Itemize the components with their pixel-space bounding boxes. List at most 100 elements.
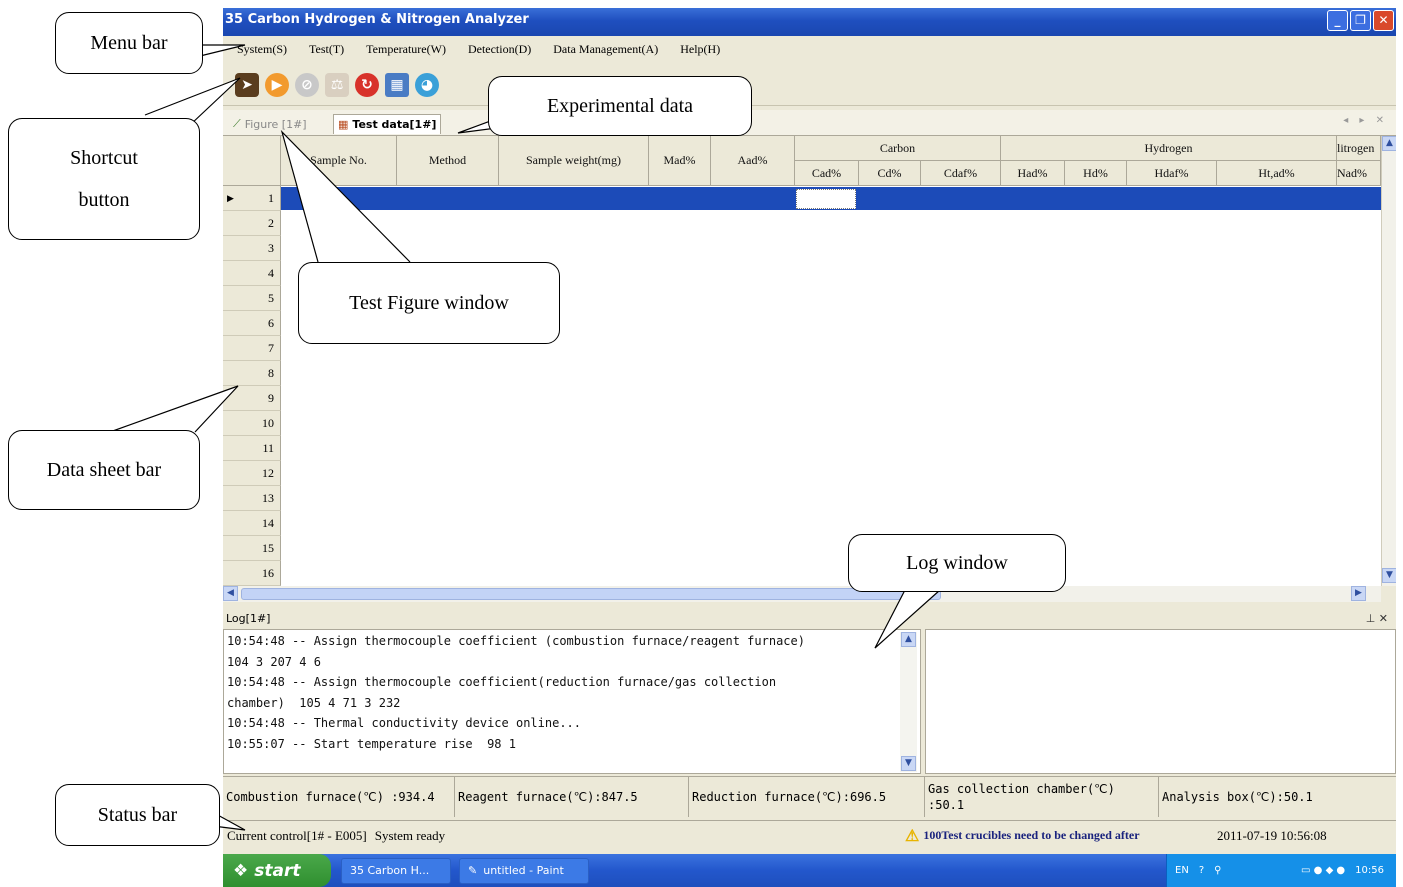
calibrate-icon[interactable]: ⚖ — [325, 72, 349, 97]
log-line: 10:54:48 -- Thermal conductivity device … — [227, 716, 582, 730]
scroll-down-icon[interactable]: ▼ — [1382, 568, 1396, 583]
row-header[interactable]: ▶ 1 — [223, 186, 281, 211]
chart-icon: ⟋ — [233, 117, 241, 130]
log-window[interactable]: 10:54:48 -- Assign thermocouple coeffici… — [223, 629, 921, 774]
col-sample-no[interactable]: Sample No. — [281, 136, 397, 186]
tab-test-data[interactable]: ▦ Test data[1#] — [333, 114, 442, 134]
horizontal-scroll-thumb[interactable] — [241, 588, 941, 600]
callout-menu-bar: Menu bar — [55, 12, 203, 74]
scroll-right-icon[interactable]: ▶ — [1351, 586, 1366, 601]
log-line: 104 3 207 4 6 — [227, 654, 321, 669]
log-line: 10:54:48 -- Assign thermocouple coeffici… — [227, 634, 805, 648]
row-header[interactable]: 13 — [223, 486, 281, 511]
start-button[interactable]: ❖ start — [223, 854, 331, 887]
row-header[interactable]: 6 — [223, 311, 281, 336]
grid-horizontal-scrollbar[interactable]: ◀ ▶ — [223, 586, 1381, 602]
scroll-left-icon[interactable]: ◀ — [223, 586, 238, 601]
row-header[interactable]: 10 — [223, 411, 281, 436]
grid-vertical-scrollbar[interactable]: ▲ ▼ — [1381, 136, 1396, 586]
table-icon: ▦ — [338, 118, 349, 131]
app-window: 35 Carbon Hydrogen & Nitrogen Analyzer _… — [223, 8, 1396, 887]
col-htad[interactable]: Ht,ad% — [1217, 161, 1337, 186]
menu-help[interactable]: Help(H) — [680, 42, 720, 57]
menu-data-management[interactable]: Data Management(A) — [553, 42, 658, 57]
stop-icon[interactable]: ⊘ — [295, 72, 319, 97]
col-hd[interactable]: Hd% — [1065, 161, 1127, 186]
row-header[interactable]: 4 — [223, 261, 281, 286]
log-scrollbar[interactable]: ▲ ▼ — [900, 632, 917, 772]
menu-detection[interactable]: Detection(D) — [468, 42, 531, 57]
status-bar: Current control[1# - E005] System ready … — [223, 820, 1396, 850]
shortcut-toolbar: ➤ ▶ ⊘ ⚖ ↻ ▦ ◕ — [223, 64, 1396, 106]
row-header[interactable]: 15 — [223, 536, 281, 561]
language-indicator[interactable]: EN — [1175, 865, 1189, 876]
col-had[interactable]: Had% — [1001, 161, 1065, 186]
callout-experimental-data: Experimental data — [488, 76, 752, 136]
row-header[interactable]: 8 — [223, 361, 281, 386]
active-cell[interactable] — [796, 189, 856, 209]
database-icon[interactable]: ◕ — [415, 72, 439, 97]
tab-figure[interactable]: ⟋ Figure [1#] — [229, 114, 311, 134]
col-aad[interactable]: Aad% — [711, 136, 795, 186]
row-pointer-icon: ▶ — [227, 193, 234, 203]
menu-temperature[interactable]: Temperature(W) — [366, 42, 446, 57]
tab-nav-icons[interactable]: ◂ ▸ ✕ — [1343, 115, 1388, 126]
col-nad[interactable]: Nad% — [1337, 161, 1381, 186]
scroll-up-icon[interactable]: ▲ — [1382, 136, 1396, 151]
log-scroll-down-icon[interactable]: ▼ — [901, 756, 916, 771]
log-panel-title: Log[1#] ⊥ ✕ — [223, 610, 1396, 628]
col-cad[interactable]: Cad% — [795, 161, 859, 186]
data-sheet[interactable]: Sample No. Method Sample weight(mg) Mad%… — [223, 136, 1381, 588]
col-mad[interactable]: Mad% — [649, 136, 711, 186]
status-datetime: 2011-07-19 10:56:08 — [1217, 827, 1327, 843]
clock: 10:56 — [1355, 865, 1384, 876]
task-analyzer[interactable]: 35 Carbon H... — [341, 857, 451, 884]
task-paint[interactable]: ✎ untitled - Paint — [459, 857, 589, 884]
title-bar: 35 Carbon Hydrogen & Nitrogen Analyzer _… — [223, 8, 1396, 36]
paint-icon: ✎ — [468, 864, 478, 877]
col-method[interactable]: Method — [397, 136, 499, 186]
col-hdaf[interactable]: Hdaf% — [1127, 161, 1217, 186]
pin-close-icons[interactable]: ⊥ ✕ — [1366, 612, 1388, 625]
row-header[interactable]: 12 — [223, 461, 281, 486]
restore-button[interactable]: ❐ — [1350, 10, 1371, 31]
refresh-icon[interactable]: ↻ — [355, 72, 379, 97]
log-line: 10:54:48 -- Assign thermocouple coeffici… — [227, 675, 777, 689]
start-icon[interactable]: ▶ — [265, 72, 289, 97]
row-header[interactable]: 7 — [223, 336, 281, 361]
row-header[interactable]: 14 — [223, 511, 281, 536]
col-cdaf[interactable]: Cdaf% — [921, 161, 1001, 186]
row-header[interactable]: 11 — [223, 436, 281, 461]
reagent-furnace-temp: Reagent furnace(℃):847.5 — [455, 777, 689, 817]
window-title: 35 Carbon Hydrogen & Nitrogen Analyzer — [225, 12, 529, 27]
row-header[interactable]: 2 — [223, 211, 281, 236]
row-header[interactable]: 16 — [223, 561, 281, 586]
log-line: chamber) 105 4 71 3 232 — [227, 695, 401, 710]
group-carbon: Carbon — [795, 136, 1001, 161]
warning-icon: ⚠ — [905, 827, 920, 845]
row-header[interactable]: 5 — [223, 286, 281, 311]
system-tray: EN ? ⚲ ▭ ● ◆ ● 10:56 — [1166, 854, 1396, 887]
minimize-button[interactable]: _ — [1327, 10, 1348, 31]
windows-logo-icon: ❖ — [233, 860, 249, 881]
tray-icons[interactable]: ▭ ● ◆ ● — [1301, 865, 1345, 876]
help-icon[interactable]: ? — [1199, 865, 1204, 876]
connect-icon[interactable]: ➤ — [235, 72, 259, 97]
row-header[interactable]: 3 — [223, 236, 281, 261]
close-button[interactable]: ✕ — [1373, 10, 1394, 31]
network-icon[interactable]: ⚲ — [1214, 865, 1221, 876]
grid-corner — [223, 136, 281, 186]
log-scroll-up-icon[interactable]: ▲ — [901, 632, 916, 647]
report-icon[interactable]: ▦ — [385, 72, 409, 97]
col-sample-weight[interactable]: Sample weight(mg) — [499, 136, 649, 186]
gas-collection-temp: Gas collection chamber(℃) :50.1 — [925, 777, 1159, 817]
document-tabs: ⟋ Figure [1#] ▦ Test data[1#] ◂ ▸ ✕ — [223, 110, 1396, 136]
menu-test[interactable]: Test(T) — [309, 42, 344, 57]
menu-system[interactable]: System(S) — [237, 42, 287, 57]
system-state: System ready — [374, 827, 446, 843]
callout-data-sheet-bar: Data sheet bar — [8, 430, 200, 510]
callout-log-window: Log window — [848, 534, 1066, 592]
row-header[interactable]: 9 — [223, 386, 281, 411]
callout-status-bar: Status bar — [55, 784, 220, 846]
col-cd[interactable]: Cd% — [859, 161, 921, 186]
